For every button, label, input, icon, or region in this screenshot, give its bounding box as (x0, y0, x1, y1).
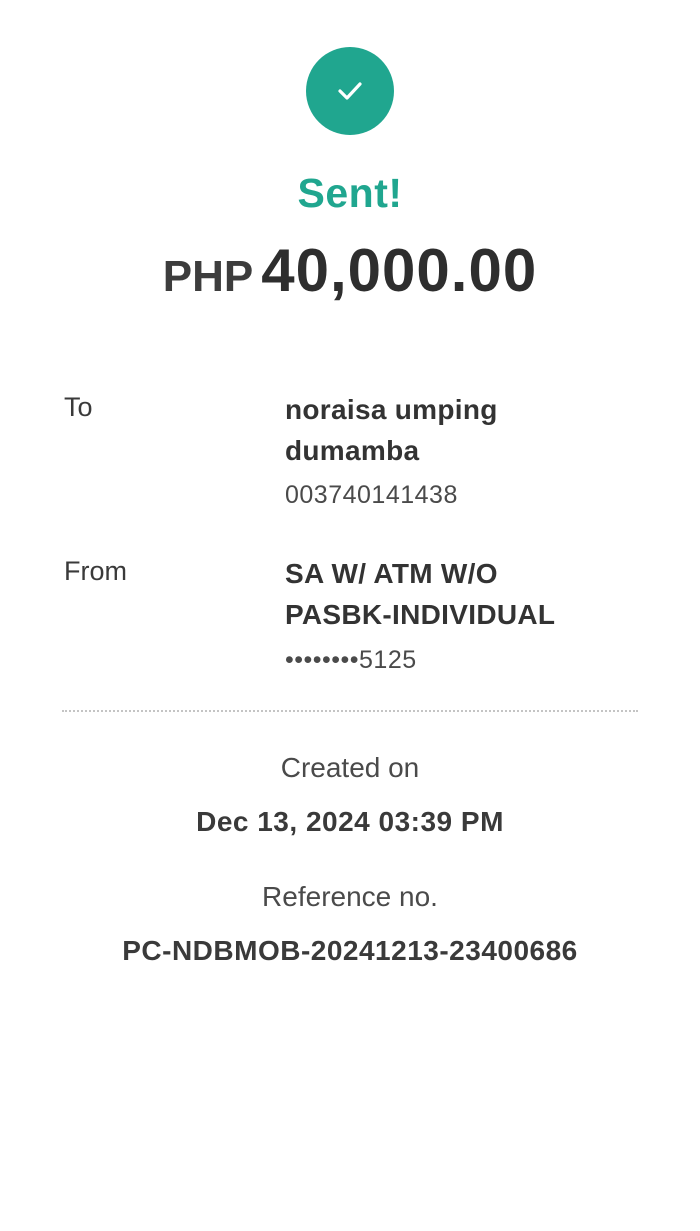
reference-label: Reference no. (262, 881, 438, 912)
success-check-badge (306, 47, 394, 135)
source-account-name-line1: SA W/ ATM W/O (285, 558, 498, 589)
amount-value: 40,000.00 (261, 237, 538, 304)
source-account-name: SA W/ ATM W/O PASBK-INDIVIDUAL (285, 553, 625, 635)
source-account-number: ••••••••5125 (285, 646, 417, 674)
reference-number: PC-NDBMOB-20241213-23400686 (122, 935, 578, 966)
amount: PHP 40,000.00 (0, 236, 700, 305)
source-account-name-line2: PASBK-INDIVIDUAL (285, 599, 556, 630)
from-label: From (64, 556, 127, 586)
checkmark-icon (338, 82, 362, 100)
to-label: To (64, 392, 93, 422)
recipient-account: 003740141438 (285, 481, 458, 509)
status-title: Sent! (297, 170, 403, 216)
dotted-divider (62, 710, 638, 712)
created-on-label: Created on (280, 752, 420, 783)
amount-currency: PHP (162, 252, 254, 301)
recipient-name-line2: dumamba (285, 435, 420, 466)
recipient-name-line1: noraisa umping (285, 394, 498, 425)
created-on-value: Dec 13, 2024 03:39 PM (196, 806, 504, 837)
recipient-name: noraisa umping dumamba (285, 389, 625, 471)
